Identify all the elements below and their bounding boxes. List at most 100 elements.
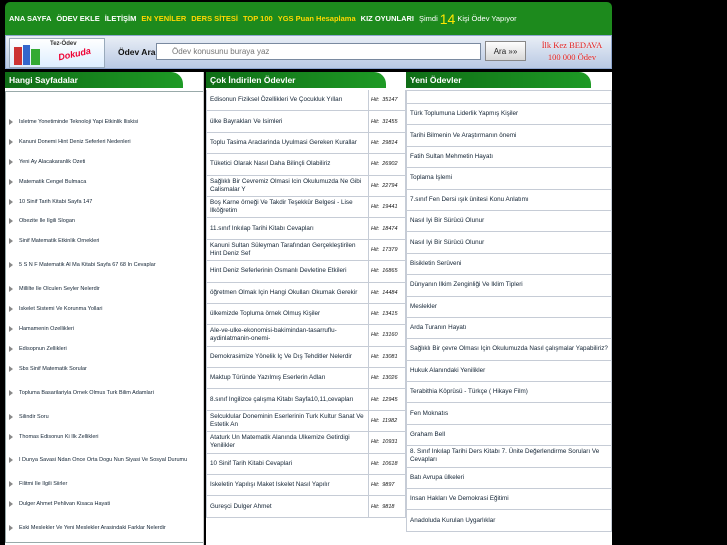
- list-item[interactable]: Bisikletin Serüveni: [406, 253, 612, 276]
- nav-ders-sitesi[interactable]: DERS SİTESİ: [191, 14, 238, 23]
- list-item[interactable]: Sinif Matematik Etkinlik Ornekleri: [6, 231, 203, 251]
- nav-odev-ekle[interactable]: ÖDEV EKLE: [56, 14, 99, 23]
- table-row: Kanuni Sultan Süleyman Tarafından Gerçek…: [206, 239, 406, 262]
- list-item[interactable]: Dünyanın Ilkim Zenginliği Ve Iklim Tiple…: [406, 275, 612, 297]
- logo-text-top: Tez-Ödev: [50, 41, 77, 47]
- cok-indirilen-panel: Çok İndirilen Ödevler Edisonun Fiziksel …: [206, 72, 406, 545]
- hit-count: Hit: 13081: [369, 346, 406, 368]
- list-item[interactable]: Hamamenin Ozellikleri: [6, 319, 203, 339]
- homework-link[interactable]: 8.sınıf Ingilizce çalışma Kitabı Sayfa10…: [206, 389, 369, 410]
- hit-label: Hit:: [371, 418, 380, 425]
- homework-link[interactable]: Selcuklular Doneminin Eserlerinin Turk K…: [206, 410, 369, 432]
- homework-link[interactable]: 10 Sinif Tarih Kitabi Cevaplari: [206, 453, 369, 475]
- list-item[interactable]: Edisopnun Zellikleri: [6, 339, 203, 359]
- list-item[interactable]: Filitmi Ile Ilgili Siirler: [6, 474, 203, 494]
- table-row: Edisonun Fiziksel Özellikleri Ve Çocuklu…: [206, 90, 406, 112]
- list-item[interactable]: I Dunya Savasi Ndan Once Orta Dogu Nun S…: [6, 446, 203, 474]
- list-item[interactable]: Batı Avrupa ülkeleri: [406, 467, 612, 490]
- promo-banner[interactable]: İlk Kez BEDAVA 100 000 Ödev: [533, 39, 611, 67]
- list-item[interactable]: Anadoluda Kurulan Uygarlıklar: [406, 510, 612, 532]
- nav-iletisim[interactable]: İLETİŞİM: [105, 14, 137, 23]
- hit-label: Hit:: [371, 118, 380, 125]
- hit-value: 19441: [382, 204, 398, 211]
- list-item[interactable]: Hukuk Alanındaki Yenilikler: [406, 360, 612, 383]
- homework-link[interactable]: Gureşci Dulger Ahmet: [206, 496, 369, 517]
- list-item[interactable]: Matematik Cengel Bulmaca: [6, 172, 203, 192]
- list-item[interactable]: Sağlıklı Bir çevre Olması Için Okulumuzd…: [406, 339, 612, 361]
- homework-link[interactable]: Maktup Türünde Yazılmış Eserlerin Adları: [206, 368, 369, 389]
- list-item[interactable]: Silindir Soru: [6, 407, 203, 427]
- list-item[interactable]: Nasıl Iyi Bir Sürücü Olunur: [406, 210, 612, 233]
- list-item[interactable]: Sbs Sinif Matematik Sorular: [6, 359, 203, 379]
- list-item[interactable]: Toplama Işlemi: [406, 168, 612, 190]
- list-item[interactable]: Fen Moknatıs: [406, 403, 612, 425]
- hit-count: Hit: 10618: [369, 453, 406, 475]
- homework-link[interactable]: Hint Deniz Seferlerinin Osmanlı Devletin…: [206, 261, 369, 282]
- book-icon: [31, 49, 40, 65]
- list-item[interactable]: Türk Toplumuna Liderlik Yapmış Kişiler: [406, 104, 612, 126]
- list-item[interactable]: Fatih Sultan Mehmetin Hayatı: [406, 146, 612, 169]
- homework-link[interactable]: Toplu Tasima Araclarinda Uyulmasi Gereke…: [206, 132, 369, 154]
- homework-link[interactable]: Edisonun Fiziksel Özellikleri Ve Çocuklu…: [206, 90, 369, 111]
- homework-link[interactable]: Ale-ve-ulke-ekonomisi-bakimindan-tasarru…: [206, 325, 369, 346]
- list-item[interactable]: Thomas Edisonun Ki Ilk Zellikleri: [6, 427, 203, 447]
- list-item[interactable]: Nasıl Iyi Bir Sürücü Olunur: [406, 232, 612, 254]
- homework-link[interactable]: Ataturk Un Matematik Alanında Ulkemize G…: [206, 432, 369, 453]
- list-item[interactable]: 5 S N F Matematik Al Ma Kitabi Sayfa 67 …: [6, 251, 203, 279]
- homework-link[interactable]: Tüketici Olarak Nasıl Daha Bilinçli Olab…: [206, 154, 369, 175]
- online-suffix: Kişi Ödev Yapıyor: [457, 14, 517, 23]
- list-item[interactable]: 8. Sınıf Inkılap Tarihi Ders Kitabı 7. Ü…: [406, 446, 612, 468]
- list-item[interactable]: Graham Bell: [406, 424, 612, 447]
- list-item[interactable]: Topluma Basarilariyla Ornek Olmus Turk B…: [6, 379, 203, 407]
- homework-link[interactable]: 11.sınıf Inkılap Tarihi Kitabı Cevapları: [206, 218, 369, 239]
- search-button[interactable]: Ara »»: [485, 41, 526, 61]
- panel-title: Çok İndirilen Ödevler: [206, 72, 386, 88]
- table-row: 11.sınıf Inkılap Tarihi Kitabı Cevapları…: [206, 218, 406, 240]
- nav-ana-sayfa[interactable]: ANA SAYFA: [9, 14, 51, 23]
- homework-link[interactable]: Iskeletin Yapılışı Maket Iskelet Nasıl Y…: [206, 475, 369, 496]
- search-input[interactable]: [156, 43, 481, 60]
- promo-line-2: 100 000 Ödev: [547, 52, 597, 62]
- hit-label: Hit:: [371, 460, 380, 467]
- list-item[interactable]: 10 Sinif Tarih Kitabi Sayfa 147: [6, 192, 203, 212]
- list-item[interactable]: Obezite Ile Ilgili Slogan: [6, 211, 203, 231]
- panel-title: Hangi Sayfadalar: [5, 72, 184, 88]
- homework-link[interactable]: öğretmen Olmak Için Hangi Okulları Okuma…: [206, 282, 369, 303]
- homework-link[interactable]: Sağlıklı Bir Cevremiz Olmasi Icin Okulum…: [206, 175, 369, 196]
- list-item[interactable]: Eski Meslekler Ve Yeni Meslekler Arasind…: [6, 514, 203, 542]
- hit-label: Hit:: [371, 375, 380, 382]
- hit-value: 11982: [382, 418, 398, 425]
- nav-top-100[interactable]: TOP 100: [243, 14, 273, 23]
- hit-value: 29814: [382, 139, 398, 146]
- list-item[interactable]: Isletme Yonetiminde Teknoloji Yapi Etkin…: [6, 112, 203, 132]
- nav-en-yeniler[interactable]: EN YENİLER: [141, 14, 186, 23]
- list-item[interactable]: Tarihi Bilmenin Ve Araştırmanın önemi: [406, 125, 612, 147]
- nav-kiz-oyunlari[interactable]: KIZ OYUNLARI: [361, 14, 414, 23]
- homework-link[interactable]: Kanuni Sultan Süleyman Tarafından Gerçek…: [206, 239, 369, 261]
- list-item[interactable]: Meslekler: [406, 296, 612, 318]
- hit-value: 18474: [382, 225, 398, 232]
- list-item[interactable]: Dulger Ahmet Pehlivan Kisaca Hayati: [6, 494, 203, 514]
- list-item[interactable]: Terabithia Köprüsü - Türkçe ( Hikaye Fil…: [406, 382, 612, 404]
- homework-link[interactable]: ülke Bayrakları Ve Isimleri: [206, 111, 369, 132]
- online-count: 14: [439, 10, 456, 27]
- nav-ygs-puan[interactable]: YGS Puan Hesaplama: [278, 14, 356, 23]
- homework-link[interactable]: Demokrasimize Yönelik Iç Ve Dış Tehditle…: [206, 346, 369, 368]
- homework-link[interactable]: Boş Karne örneği Ve Takdir Teşekkür Belg…: [206, 196, 369, 218]
- hit-value: 12945: [382, 396, 398, 403]
- site-logo[interactable]: Tez-Ödev Dokuda: [9, 38, 105, 68]
- hit-count: Hit: 10931: [369, 432, 406, 453]
- hit-label: Hit:: [371, 439, 380, 446]
- hit-value: 13026: [382, 375, 398, 382]
- hit-count: Hit: 13160: [369, 325, 406, 346]
- list-item[interactable]: Iskelet Sistemi Ve Korunma Yollari: [6, 299, 203, 319]
- homework-link[interactable]: ülkemizde Topluma örnek Olmuş Kişiler: [206, 303, 369, 325]
- list-item[interactable]: Kanuni Donemi Hint Deniz Seferleri Neden…: [6, 132, 203, 152]
- list-item[interactable]: Arda Turanın Hayatı: [406, 317, 612, 340]
- hit-value: 16865: [382, 268, 398, 275]
- list-item[interactable]: Yeni Ay Alacakaranlik Ozeti: [6, 152, 203, 172]
- hit-value: 13081: [382, 353, 398, 360]
- list-item[interactable]: Millilte Ile Olculen Seyler Nelerdir: [6, 279, 203, 299]
- list-item[interactable]: 7.sınıf Fen Dersi ışık ünitesi Konu Anla…: [406, 189, 612, 211]
- list-item[interactable]: Insan Hakları Ve Demokrasi Eğitimi: [406, 489, 612, 511]
